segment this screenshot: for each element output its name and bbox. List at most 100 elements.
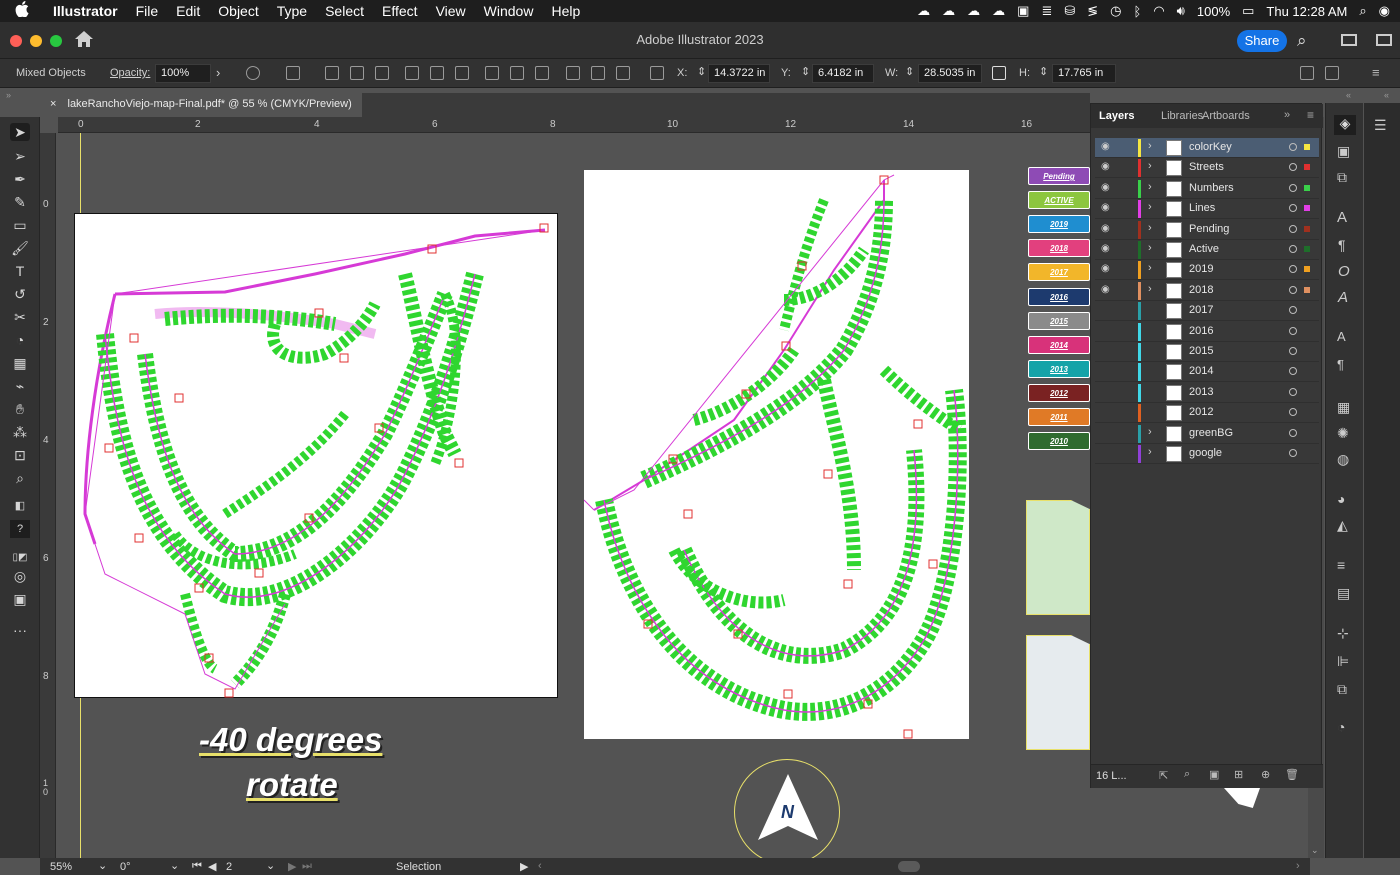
panel-menu-icon[interactable]: ≡	[1307, 108, 1314, 122]
status-menu-icon[interactable]: ▶	[520, 860, 528, 873]
layer-name[interactable]: 2019	[1189, 263, 1213, 275]
wifi-icon[interactable]: ◠	[1153, 3, 1164, 19]
artboard-tool-icon[interactable]: ⊡	[10, 446, 30, 464]
selection-color-square[interactable]	[1304, 286, 1310, 293]
expand-chevron-icon[interactable]: ›	[1148, 201, 1152, 213]
target-circle-icon[interactable]	[1289, 224, 1297, 233]
search-icon[interactable]: ⌕	[1297, 31, 1307, 51]
color-key-badge[interactable]: 2010	[1028, 432, 1090, 451]
target-circle-icon[interactable]	[1289, 163, 1297, 172]
horizontal-ruler[interactable]: 0 2 4 6 8 10 12 14 16	[58, 117, 1090, 133]
expand-chevron-icon[interactable]: ›	[1148, 181, 1152, 193]
clipping-mask-icon[interactable]: ▣	[1209, 768, 1219, 781]
layer-row[interactable]: ◉ › Numbers	[1095, 179, 1319, 199]
layer-name[interactable]: Pending	[1189, 223, 1229, 235]
time-machine-icon[interactable]: ◷	[1110, 3, 1121, 19]
selection-color-square[interactable]	[1304, 164, 1310, 171]
visibility-empty-toggle[interactable]: ◉	[1101, 386, 1110, 397]
layer-name[interactable]: 2017	[1189, 304, 1213, 316]
target-circle-icon[interactable]	[1289, 347, 1297, 355]
artboard-1-map-rotated[interactable]	[74, 213, 558, 698]
clock[interactable]: Thu 12:28 AM	[1266, 4, 1347, 19]
menu-window[interactable]: Window	[475, 3, 543, 19]
visibility-empty-toggle[interactable]: ◉	[1101, 447, 1110, 458]
share-button[interactable]: Share	[1237, 30, 1287, 52]
visibility-eye-icon[interactable]: ◉	[1101, 141, 1110, 152]
vertical-ruler[interactable]: 0 2 4 6 8 1 0	[40, 133, 56, 858]
panel-collapse-icon-2[interactable]: «	[1384, 90, 1389, 100]
opacity-label[interactable]: Opacity:	[110, 67, 150, 79]
distribute-left-icon[interactable]	[566, 66, 580, 80]
transform-shape-icon[interactable]	[286, 66, 300, 80]
target-circle-icon[interactable]	[1289, 387, 1297, 396]
visibility-empty-toggle[interactable]: ◉	[1101, 345, 1110, 356]
align-hcenter-icon[interactable]	[350, 66, 364, 80]
menu-illustrator[interactable]: Illustrator	[44, 3, 127, 19]
color-key-badge[interactable]: 2014	[1028, 335, 1090, 354]
menu-object[interactable]: Object	[209, 3, 267, 19]
expand-chevron-icon[interactable]: ›	[1148, 426, 1152, 438]
zoom-level[interactable]: 55%	[50, 861, 72, 873]
character-icon[interactable]: A	[1337, 209, 1347, 226]
artboard-2-map[interactable]	[583, 170, 969, 739]
constrain-proportions-icon[interactable]	[992, 66, 1006, 80]
selection-color-square[interactable]	[1304, 246, 1310, 252]
edit-toolbar-icon[interactable]: ···	[10, 621, 30, 639]
rotation-dropdown-icon[interactable]: ⌄	[170, 859, 179, 872]
menu-type[interactable]: Type	[268, 3, 316, 19]
gradient-tool-icon[interactable]: ▦	[10, 354, 30, 372]
apple-menu-icon[interactable]	[0, 1, 44, 21]
recolor-icon[interactable]	[246, 66, 260, 80]
layer-row[interactable]: ◉ › colorKey	[1095, 138, 1319, 158]
shape-builder-tool-icon[interactable]: ◔	[10, 331, 30, 349]
w-stepper-icon[interactable]: ⇕	[905, 65, 914, 78]
delete-layer-icon[interactable]: 🗑︎	[1285, 768, 1299, 781]
target-circle-icon[interactable]	[1289, 285, 1297, 294]
menu-view[interactable]: View	[427, 3, 475, 19]
align-right-icon[interactable]	[375, 66, 389, 80]
horizontal-scroll-thumb[interactable]	[898, 861, 920, 872]
paragraph-styles-icon[interactable]: ¶	[1337, 357, 1344, 372]
expand-chevron-icon[interactable]: ›	[1148, 262, 1152, 274]
y-stepper-icon[interactable]: ⇕	[801, 65, 810, 78]
brushes-icon[interactable]: ✺	[1337, 425, 1349, 442]
color-key-badge[interactable]: 2011	[1028, 408, 1090, 426]
new-layer-icon[interactable]: ⊕	[1261, 768, 1270, 781]
battery-icon[interactable]: ▭	[1242, 3, 1254, 19]
layer-name[interactable]: greenBG	[1189, 427, 1233, 439]
visibility-eye-icon[interactable]: ◉	[1101, 202, 1110, 213]
paintbrush-tool-icon[interactable]: 🖌︎	[10, 239, 30, 257]
close-tab-icon[interactable]: ×	[50, 98, 56, 110]
layer-row[interactable]: ◉ 2014	[1095, 362, 1319, 383]
layer-name[interactable]: Lines	[1189, 202, 1215, 214]
color-mode-icon[interactable]: ▯◩	[10, 549, 30, 567]
selection-color-square[interactable]	[1304, 225, 1310, 232]
white-shape-fragment[interactable]	[1224, 788, 1260, 808]
spotlight-icon[interactable]: ⌕	[1359, 3, 1366, 19]
glyphs-icon[interactable]: A	[1338, 289, 1348, 306]
target-circle-icon[interactable]	[1289, 245, 1297, 253]
reference-point-icon[interactable]	[650, 66, 664, 80]
color-key-badge[interactable]: 2018	[1028, 239, 1090, 258]
layer-row[interactable]: ◉ 2017	[1095, 301, 1319, 322]
h-field[interactable]: 17.765 in	[1052, 64, 1116, 83]
visibility-eye-icon[interactable]: ◉	[1101, 284, 1110, 295]
pen-tool-icon[interactable]: ✒	[10, 170, 30, 188]
zoom-dropdown-icon[interactable]: ⌄	[98, 859, 107, 872]
expand-chevron-icon[interactable]: ›	[1148, 283, 1152, 295]
new-sublayer-icon[interactable]: ⊞	[1234, 768, 1243, 781]
layer-row[interactable]: ◉ 2013	[1095, 383, 1319, 403]
scroll-left-icon[interactable]: ‹	[538, 860, 542, 872]
layer-row[interactable]: ◉ › Streets	[1095, 158, 1319, 179]
first-artboard-icon[interactable]: ⏮	[192, 860, 202, 873]
navigator-icon[interactable]: ◔	[1337, 719, 1345, 735]
layer-name[interactable]: colorKey	[1189, 141, 1232, 153]
layer-row[interactable]: ◉ › Active	[1095, 240, 1319, 260]
drive-icon[interactable]: ⛁	[1064, 3, 1075, 19]
bluetooth-icon[interactable]: ᛒ	[1134, 4, 1142, 19]
target-circle-icon[interactable]	[1289, 367, 1297, 376]
transform-icon[interactable]: ⊹	[1337, 625, 1349, 642]
target-circle-icon[interactable]	[1289, 204, 1297, 213]
fill-stroke-swap-icon[interactable]: ◧	[10, 497, 30, 515]
screen-mode-icon[interactable]: ▣	[10, 590, 30, 608]
